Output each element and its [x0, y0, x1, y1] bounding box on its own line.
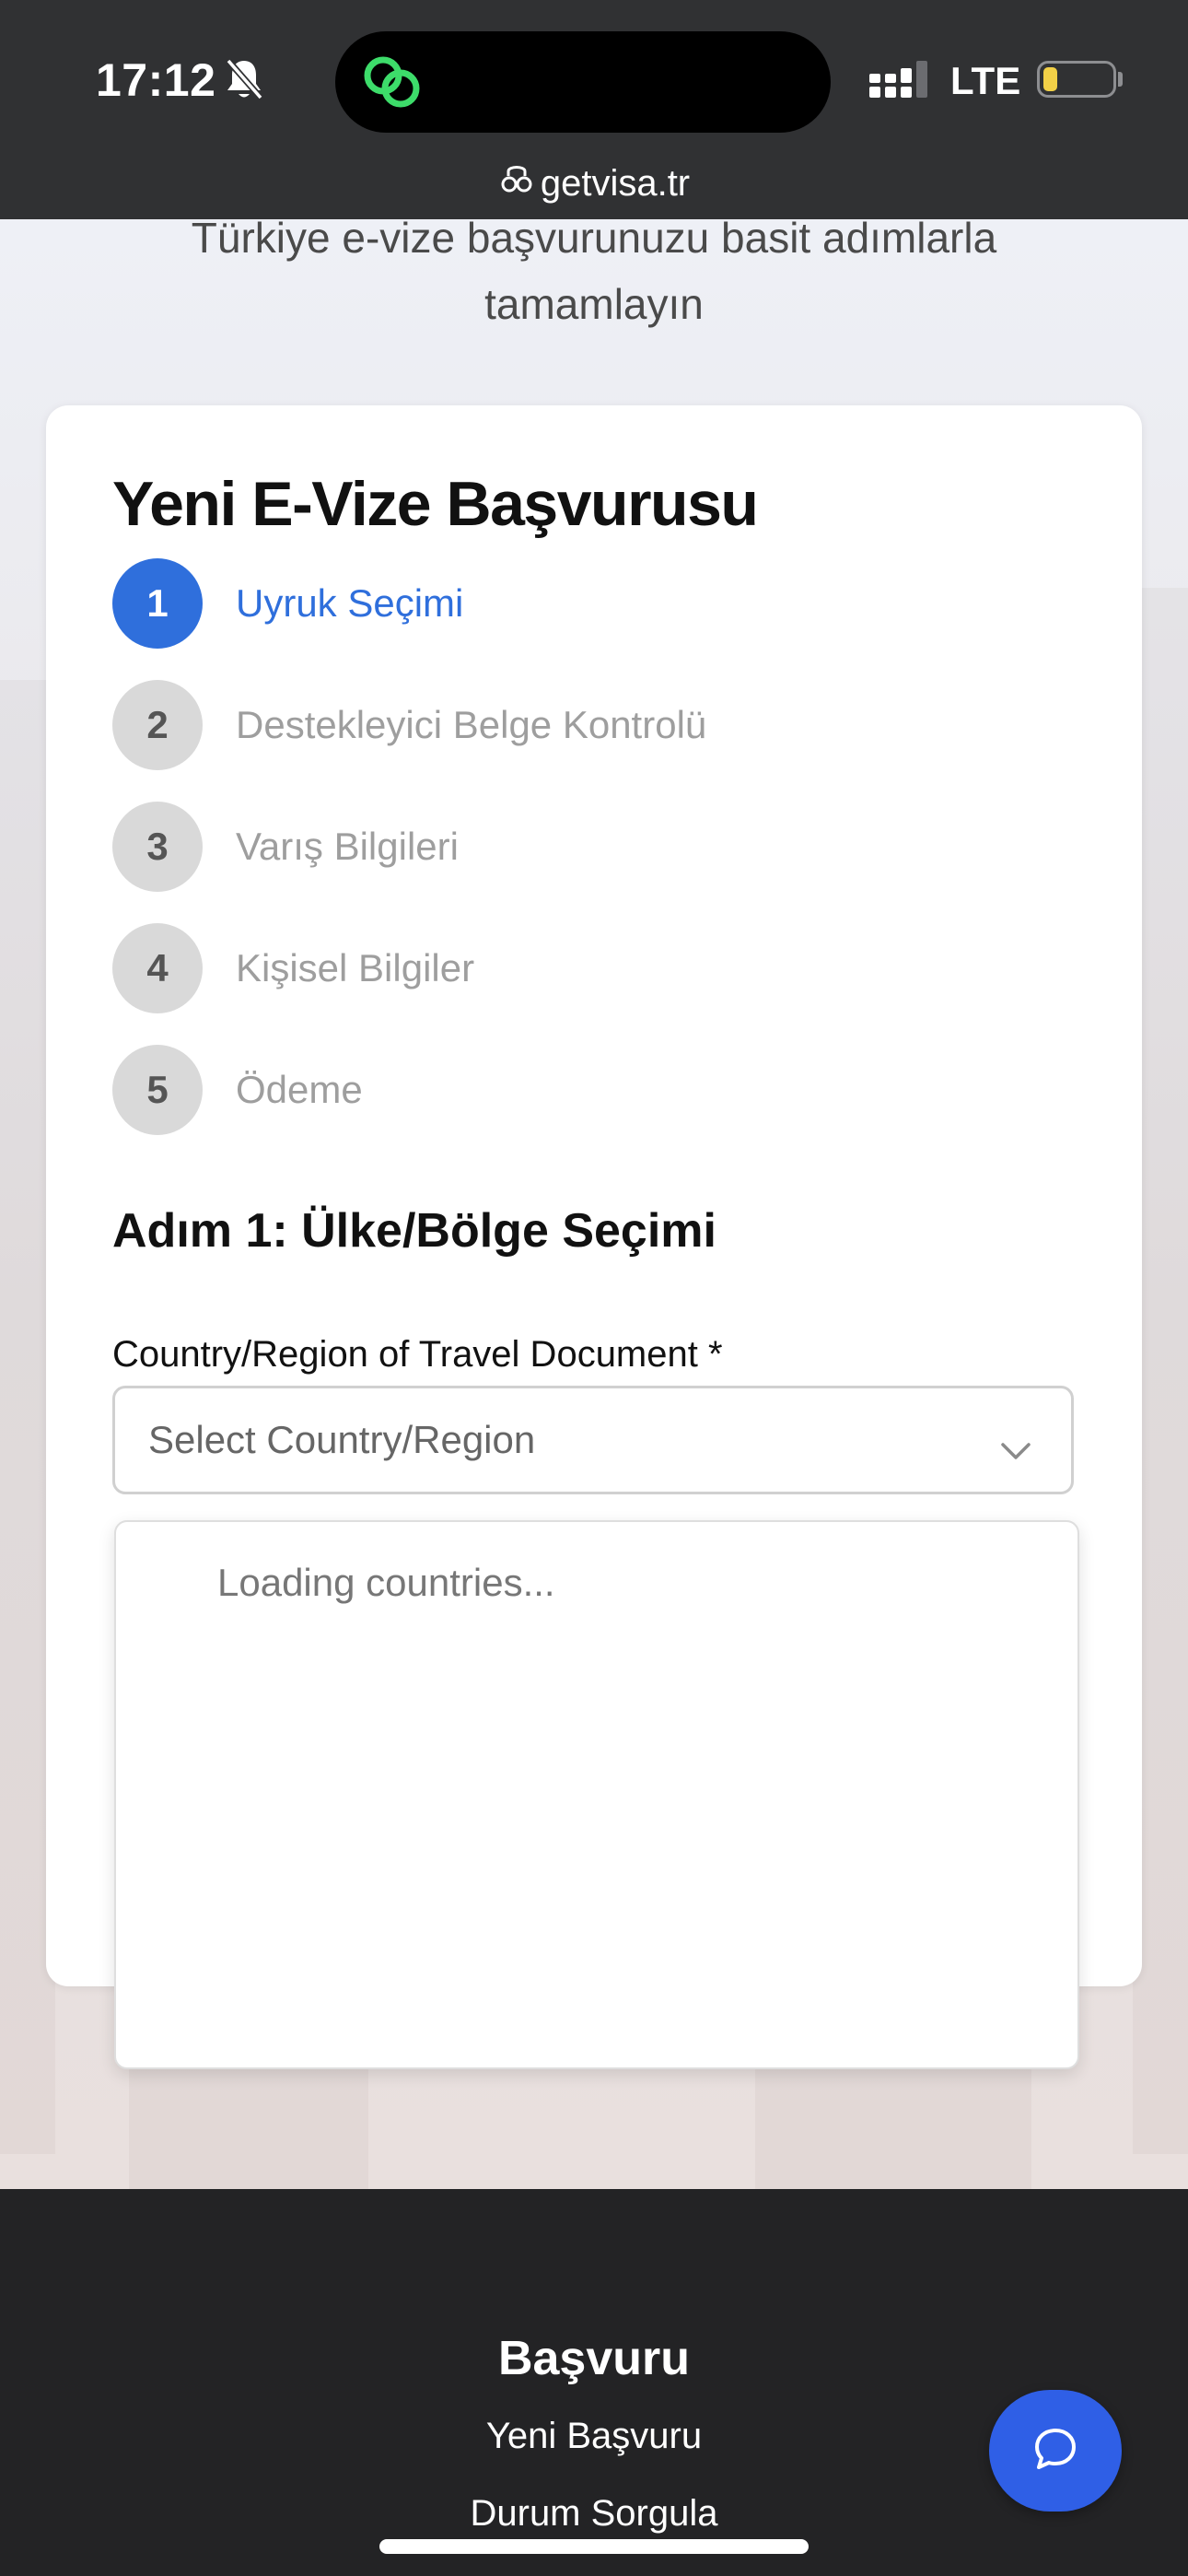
network-type: LTE: [950, 59, 1021, 102]
link-app-icon: [359, 52, 425, 117]
url-text: getvisa.tr: [540, 162, 691, 204]
footer: Başvuru Yeni Başvuru Durum Sorgula: [0, 2189, 1188, 2576]
country-select[interactable]: Select Country/Region: [112, 1386, 1074, 1494]
battery-icon: [1037, 61, 1116, 98]
step-3-label: Varış Bilgileri: [236, 825, 459, 868]
country-dropdown[interactable]: Loading countries...: [114, 1520, 1079, 2069]
page-subtitle: Türkiye e-vize başvurunuzu basit adımlar…: [191, 214, 997, 328]
step-4[interactable]: 4 Kişisel Bilgiler: [112, 923, 474, 1013]
chevron-down-icon: [999, 1427, 1032, 1471]
step-4-label: Kişisel Bilgiler: [236, 946, 475, 989]
step-3[interactable]: 3 Varış Bilgileri: [112, 802, 459, 892]
step-heading: Adım 1: Ülke/Bölge Seçimi: [112, 1204, 716, 1258]
chat-button[interactable]: [989, 2390, 1122, 2512]
battery-cap: [1118, 72, 1123, 87]
step-2-number: 2: [112, 680, 203, 770]
step-5[interactable]: 5 Ödeme: [112, 1045, 363, 1135]
home-indicator: [379, 2539, 809, 2554]
form-title: Yeni E-Vize Başvurusu: [112, 469, 759, 539]
step-1[interactable]: 1 Uyruk Seçimi: [112, 558, 463, 649]
footer-link-status-query[interactable]: Durum Sorgula: [0, 2493, 1188, 2535]
country-select-placeholder: Select Country/Region: [148, 1418, 536, 1461]
dynamic-island: [335, 31, 831, 133]
bell-slash-icon: [224, 57, 264, 106]
step-2[interactable]: 2 Destekleyici Belge Kontrolü: [112, 680, 706, 770]
status-bar: 17:12 LTE getvisa.tr: [0, 0, 1188, 219]
step-5-label: Ödeme: [236, 1068, 363, 1111]
step-5-number: 5: [112, 1045, 203, 1135]
step-2-label: Destekleyici Belge Kontrolü: [236, 703, 707, 746]
status-time: 17:12: [96, 54, 216, 106]
signal-icon: [869, 61, 930, 104]
url-bar[interactable]: getvisa.tr: [0, 155, 1188, 212]
country-field-label: Country/Region of Travel Document *: [112, 1334, 723, 1375]
dropdown-loading-text: Loading countries...: [217, 1561, 555, 1604]
step-1-number: 1: [112, 558, 203, 649]
step-4-number: 4: [112, 923, 203, 1013]
lock-icon: [498, 160, 535, 206]
step-3-number: 3: [112, 802, 203, 892]
footer-title: Başvuru: [497, 2332, 691, 2385]
step-1-label: Uyruk Seçimi: [236, 581, 464, 625]
chat-bubble-icon: [1030, 2423, 1081, 2479]
